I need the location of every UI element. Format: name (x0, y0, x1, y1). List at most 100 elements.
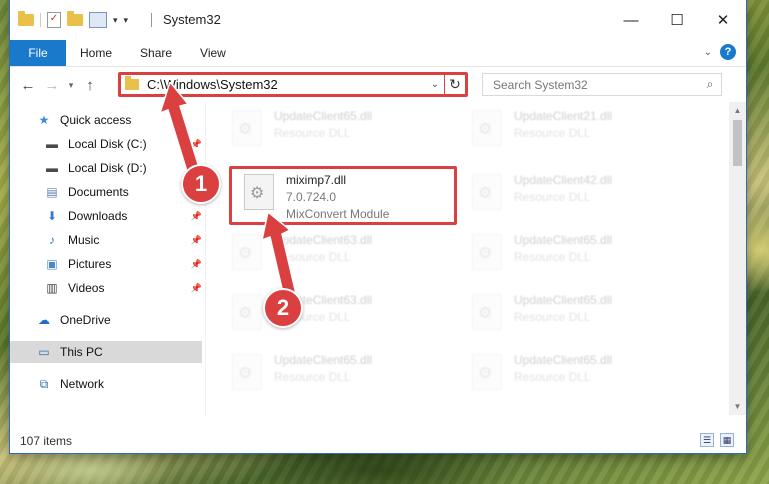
expand-ribbon-chevron-icon[interactable]: ⌄ (704, 47, 712, 58)
tab-file[interactable]: File (10, 40, 66, 66)
file-type: Resource DLL (514, 190, 591, 204)
file-type: Resource DLL (514, 126, 591, 140)
address-dropdown-icon[interactable]: ⌄ (426, 79, 444, 90)
ribbon-controls: ⌄ ? (704, 44, 736, 60)
nav-item-network[interactable]: ⧉ Network (10, 373, 202, 395)
back-arrow-icon[interactable]: ← (16, 77, 40, 94)
file-type: Resource DLL (274, 370, 351, 384)
file-item[interactable]: UpdateClient63.dllResource DLL (220, 288, 440, 346)
drive-icon: ▬ (46, 161, 58, 175)
folder-icon[interactable] (18, 11, 34, 26)
nav-item-label: Documents (68, 185, 129, 199)
help-icon[interactable]: ? (720, 44, 736, 60)
file-name: UpdateClient65.dll (514, 353, 613, 367)
tab-home[interactable]: Home (66, 46, 126, 60)
nav-item-videos[interactable]: ▥ Videos 📌 (10, 277, 202, 299)
tab-share[interactable]: Share (126, 46, 186, 60)
nav-item-label: This PC (60, 345, 103, 359)
file-item[interactable]: UpdateClient65.dll Resource DLL (460, 348, 680, 406)
file-item[interactable]: UpdateClient65.dll Resource DLL (460, 288, 680, 346)
nav-item-label: Quick access (60, 113, 132, 127)
drive-icon: ▬ (46, 137, 58, 151)
forward-arrow-icon[interactable]: → (40, 77, 64, 94)
minimize-button[interactable]: — (608, 0, 654, 40)
file-details: UpdateClient65.dll Resource DLL (274, 348, 372, 406)
dll-file-icon (472, 174, 502, 210)
pin-icon[interactable]: 📌 (191, 259, 202, 270)
dll-file-icon (232, 354, 262, 390)
ribbon-tabs: File Home Share View ⌄ ? (10, 40, 746, 67)
properties-check-icon[interactable]: ✓ (47, 12, 61, 28)
nav-item-label: Music (68, 233, 100, 247)
file-item[interactable]: UpdateClient65.dll Resource DLL (220, 348, 440, 406)
file-name: UpdateClient65.dll (514, 233, 613, 247)
videos-icon: ▥ (46, 281, 58, 295)
nav-item-music[interactable]: ♪ Music 📌 (10, 229, 202, 251)
scroll-thumb[interactable] (733, 120, 742, 166)
pin-icon[interactable]: 📌 (191, 211, 202, 222)
file-name: UpdateClient65.dll (274, 109, 373, 123)
pin-icon[interactable]: 📌 (191, 235, 202, 246)
file-name: UpdateClient42.dll (514, 173, 613, 187)
network-icon: ⧉ (39, 376, 49, 391)
address-row: ← → ▾ ↑ C:\Windows\System32 ⌄ ↻ ⌕ (10, 67, 746, 103)
nav-item-pictures[interactable]: ▣ Pictures 📌 (10, 253, 202, 275)
file-type: Resource DLL (514, 250, 591, 264)
documents-icon: ▤ (46, 185, 58, 199)
window-controls: — ☐ ✕ (608, 0, 746, 40)
details-view-icon[interactable]: ☰ (700, 433, 714, 447)
nav-item-label: OneDrive (60, 313, 111, 327)
dll-file-icon (472, 294, 502, 330)
file-details: UpdateClient65.dll Resource DLL (514, 288, 612, 346)
file-name: UpdateClient65.dll (514, 293, 613, 307)
nav-item-label: Videos (68, 281, 105, 295)
search-box[interactable]: ⌕ (482, 73, 722, 96)
cloud-icon: ☁ (38, 313, 50, 327)
dll-file-icon (472, 110, 502, 146)
title-bar: ✓ ▾ ▾ System32 — ☐ ✕ (10, 0, 746, 40)
nav-item-label: Pictures (68, 257, 112, 271)
large-icons-view-icon[interactable]: ▦ (720, 433, 734, 447)
tab-view[interactable]: View (186, 46, 240, 60)
close-button[interactable]: ✕ (700, 0, 746, 40)
up-arrow-icon[interactable]: ↑ (78, 77, 102, 94)
quick-access-toolbar: ✓ ▾ ▾ (10, 0, 128, 40)
file-item[interactable]: UpdateClient42.dll Resource DLL (460, 168, 680, 226)
dll-file-icon (232, 110, 262, 146)
recent-locations-chevron-icon[interactable]: ▾ (64, 80, 78, 91)
download-icon: ⬇ (46, 209, 58, 223)
refresh-icon[interactable]: ↻ (444, 75, 465, 94)
nav-item-label: Network (60, 377, 105, 391)
scroll-down-icon[interactable]: ▼ (729, 398, 746, 415)
search-icon[interactable]: ⌕ (699, 77, 721, 92)
vertical-scrollbar[interactable]: ▲ ▼ (729, 102, 746, 415)
nav-item-label: Downloads (68, 209, 128, 223)
nav-item-label: Local Disk (C:) (68, 137, 147, 151)
file-details: UpdateClient42.dll Resource DLL (514, 168, 612, 226)
quick-access-dropdown-icon[interactable]: ▾ (124, 15, 129, 26)
search-input[interactable] (491, 76, 699, 93)
status-bar: 107 items ☰ ▦ (10, 428, 746, 453)
maximize-button[interactable]: ☐ (654, 0, 700, 40)
file-item[interactable]: UpdateClient63.dllResource DLL (220, 228, 440, 286)
file-item[interactable]: UpdateClient65.dll Resource DLL (460, 228, 680, 286)
pin-icon[interactable]: 📌 (191, 283, 202, 294)
customize-toolbar-chevron-icon[interactable]: ▾ (113, 15, 118, 26)
nav-item-label: Local Disk (D:) (68, 161, 147, 175)
file-item[interactable]: UpdateClient21.dll Resource DLL (460, 104, 680, 162)
nav-item-onedrive[interactable]: ☁ OneDrive (10, 309, 202, 331)
file-item[interactable]: UpdateClient65.dll Resource DLL (220, 104, 440, 162)
file-details: UpdateClient65.dll Resource DLL (514, 348, 612, 406)
scroll-up-icon[interactable]: ▲ (729, 102, 746, 119)
new-folder-icon[interactable] (67, 11, 83, 26)
toolbar-divider (40, 13, 41, 27)
folder-icon (125, 76, 139, 90)
properties-icon[interactable] (89, 12, 107, 28)
nav-item-downloads[interactable]: ⬇ Downloads 📌 (10, 205, 202, 227)
nav-item-this-pc[interactable]: ▭ This PC (10, 341, 202, 363)
item-count: 107 items (20, 433, 73, 448)
step2-badge: 2 (263, 288, 303, 328)
dll-file-icon (472, 234, 502, 270)
computer-icon: ▭ (38, 345, 50, 359)
file-type: Resource DLL (274, 126, 351, 140)
